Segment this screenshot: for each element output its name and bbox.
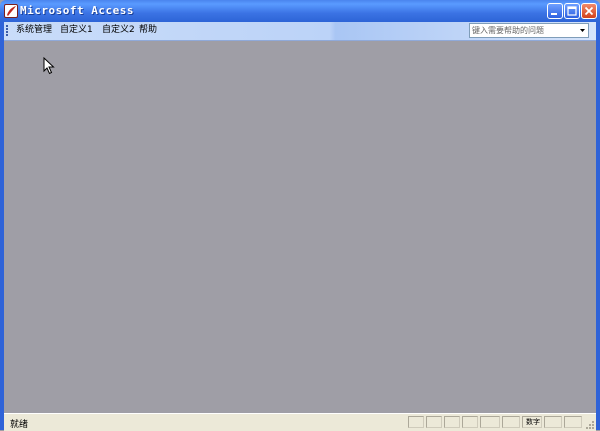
help-question-box[interactable]: [469, 23, 589, 38]
access-app-icon[interactable]: [4, 4, 18, 18]
num-lock-indicator: 数字: [526, 418, 540, 426]
status-panel: [502, 416, 520, 428]
status-panel: [444, 416, 460, 428]
window-frame-right: [596, 22, 600, 430]
status-panel: [480, 416, 500, 428]
menu-custom-1[interactable]: 自定义1: [60, 24, 93, 36]
status-bar: 就绪 数字: [4, 413, 596, 431]
status-panel: [408, 416, 424, 428]
minimize-icon: [551, 13, 557, 15]
maximize-icon: [567, 6, 577, 16]
close-icon: [584, 6, 594, 16]
title-bar[interactable]: Microsoft Access: [0, 0, 600, 22]
menu-help[interactable]: 帮助: [139, 24, 157, 36]
minimize-button[interactable]: [547, 3, 563, 19]
menu-system-management[interactable]: 系统管理: [16, 24, 52, 36]
close-button[interactable]: [581, 3, 597, 19]
status-panel: [426, 416, 442, 428]
window-title: Microsoft Access: [20, 4, 134, 17]
toolbar-grip-handle[interactable]: [6, 25, 9, 37]
menu-custom-2[interactable]: 自定义2: [102, 24, 135, 36]
access-window: Microsoft Access 系统管理 自定义1 自定义2 帮助 键入需要帮…: [0, 0, 600, 431]
maximize-button[interactable]: [564, 3, 580, 19]
mouse-pointer-icon: [43, 57, 55, 75]
status-panel: [544, 416, 562, 428]
chevron-down-icon[interactable]: [577, 24, 588, 37]
workspace-area[interactable]: [4, 41, 596, 412]
menu-bar: 系统管理 自定义1 自定义2 帮助: [4, 22, 596, 41]
status-panel-mode: 数字: [522, 416, 542, 428]
status-panel: [462, 416, 478, 428]
status-panel: [564, 416, 582, 428]
status-text: 就绪: [10, 420, 29, 430]
resize-grip-icon[interactable]: [585, 420, 595, 430]
help-question-input[interactable]: [472, 24, 572, 37]
